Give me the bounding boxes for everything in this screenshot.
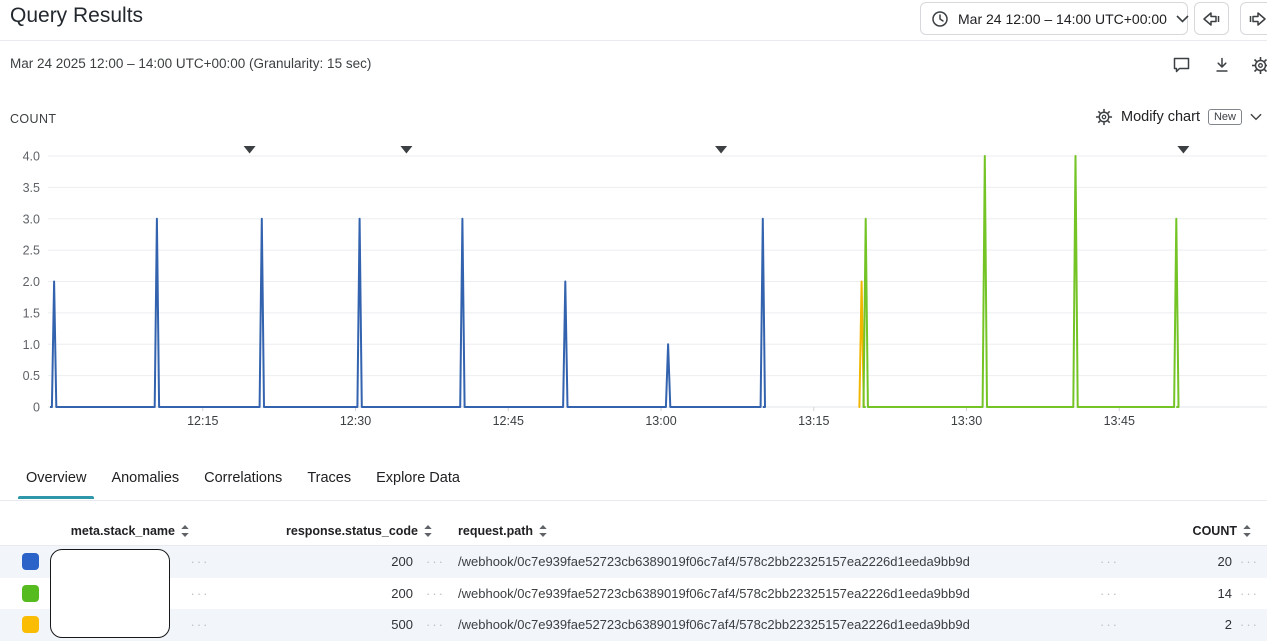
comment-button[interactable] <box>1171 55 1191 75</box>
table-row[interactable]: ··· 200 ··· /webhook/0c7e939fae52723cb63… <box>0 578 1267 610</box>
series-color-swatch <box>22 616 39 634</box>
anomaly-marker-icon[interactable] <box>715 146 728 154</box>
clock-icon <box>931 10 949 28</box>
column-header-stack-name[interactable]: meta.stack_name <box>48 524 190 538</box>
cell-actions-ellipsis[interactable]: ··· <box>413 617 458 632</box>
chevron-down-icon <box>1176 14 1189 23</box>
anomaly-marker-icon[interactable] <box>400 146 413 154</box>
table-row[interactable]: ··· 500 ··· /webhook/0c7e939fae52723cb63… <box>0 609 1267 641</box>
svg-text:2.5: 2.5 <box>23 244 40 258</box>
svg-text:12:30: 12:30 <box>340 414 371 428</box>
cell-actions-ellipsis[interactable]: ··· <box>170 617 230 632</box>
anomaly-marker-icon[interactable] <box>243 146 256 154</box>
page-title: Query Results <box>10 4 144 27</box>
cell-actions-ellipsis[interactable]: ··· <box>413 554 458 569</box>
cell-actions-ellipsis[interactable]: ··· <box>413 586 458 601</box>
series-color-swatch <box>22 584 39 602</box>
series-color-swatch <box>22 553 39 571</box>
svg-text:1.0: 1.0 <box>23 338 40 352</box>
cell-actions-ellipsis[interactable]: ··· <box>1087 554 1132 569</box>
svg-text:0.5: 0.5 <box>23 369 40 383</box>
chevron-down-icon <box>1250 113 1262 121</box>
tab-overview[interactable]: Overview <box>17 466 95 499</box>
cell-actions-ellipsis[interactable]: ··· <box>170 554 230 569</box>
tab-traces[interactable]: Traces <box>307 466 351 499</box>
tabs-divider <box>0 500 1267 501</box>
cell-actions-ellipsis[interactable]: ··· <box>1087 586 1132 601</box>
comment-icon <box>1172 56 1191 74</box>
chart-metric-label: COUNT <box>10 112 57 126</box>
status-code-cell: 200 <box>391 554 413 570</box>
cell-actions-ellipsis[interactable]: ··· <box>170 586 230 601</box>
svg-text:2.0: 2.0 <box>23 275 40 289</box>
time-range-label: Mar 24 12:00 – 14:00 UTC+00:00 <box>958 10 1167 27</box>
svg-text:13:45: 13:45 <box>1104 414 1135 428</box>
svg-text:12:45: 12:45 <box>493 414 524 428</box>
arrow-left-bar-icon <box>1201 10 1222 28</box>
svg-text:12:15: 12:15 <box>187 414 218 428</box>
table-row[interactable]: ··· 200 ··· /webhook/0c7e939fae52723cb63… <box>0 546 1267 578</box>
sort-icon[interactable] <box>1242 524 1252 538</box>
request-path-cell: /webhook/0c7e939fae52723cb6389019f06c7af… <box>458 585 970 601</box>
cell-actions-ellipsis[interactable]: ··· <box>1087 617 1132 632</box>
new-badge: New <box>1207 109 1242 125</box>
cell-actions-ellipsis[interactable]: ··· <box>1232 586 1267 601</box>
previous-time-range-button[interactable] <box>1194 2 1229 35</box>
timeseries-chart[interactable]: 0 0.5 1.0 1.5 2.0 2.5 3.0 3.5 4.0 12:15 12:30 12:45… <box>0 140 1267 435</box>
modify-chart-button[interactable]: Modify chart New <box>1095 108 1262 126</box>
cell-actions-ellipsis[interactable]: ··· <box>1232 554 1267 569</box>
results-table-body: ··· 200 ··· /webhook/0c7e939fae52723cb63… <box>0 546 1267 641</box>
column-header-status-code[interactable]: response.status_code <box>230 524 433 538</box>
settings-button[interactable] <box>1250 55 1267 75</box>
query-time-summary: Mar 24 2025 12:00 – 14:00 UTC+00:00 (Gra… <box>10 56 372 71</box>
request-path-cell: /webhook/0c7e939fae52723cb6389019f06c7af… <box>458 554 970 570</box>
arrow-right-bar-icon <box>1247 10 1267 28</box>
status-code-cell: 500 <box>391 617 413 633</box>
next-time-range-button[interactable] <box>1240 2 1267 35</box>
count-cell: 20 <box>1217 554 1232 570</box>
svg-text:0: 0 <box>33 401 40 415</box>
count-cell: 14 <box>1217 585 1232 601</box>
svg-text:1.5: 1.5 <box>23 306 40 320</box>
tab-explore-data[interactable]: Explore Data <box>376 466 460 499</box>
download-button[interactable] <box>1212 55 1232 75</box>
svg-text:13:30: 13:30 <box>951 414 982 428</box>
svg-text:13:00: 13:00 <box>645 414 676 428</box>
gear-icon <box>1095 108 1113 126</box>
anomaly-marker-icon[interactable] <box>1177 146 1190 154</box>
svg-text:13:15: 13:15 <box>798 414 829 428</box>
svg-text:3.5: 3.5 <box>23 181 40 195</box>
stack-name-redaction-overlay <box>50 549 170 638</box>
column-header-count[interactable]: COUNT <box>1132 524 1252 538</box>
results-table-header: meta.stack_name response.status_code req… <box>0 516 1267 546</box>
count-cell: 2 <box>1224 617 1232 633</box>
status-code-cell: 200 <box>391 585 413 601</box>
modify-chart-label: Modify chart <box>1121 109 1200 125</box>
cell-actions-ellipsis[interactable]: ··· <box>1232 617 1267 632</box>
request-path-cell: /webhook/0c7e939fae52723cb6389019f06c7af… <box>458 617 970 633</box>
download-icon <box>1213 56 1231 74</box>
sort-icon[interactable] <box>423 524 433 538</box>
results-tab-bar: Overview Anomalies Correlations Traces E… <box>17 466 485 499</box>
time-range-picker[interactable]: Mar 24 12:00 – 14:00 UTC+00:00 <box>920 2 1189 35</box>
svg-text:4.0: 4.0 <box>23 150 40 164</box>
sort-icon[interactable] <box>180 524 190 538</box>
query-results-page: Query Results Mar 24 12:00 – 14:00 UTC+0… <box>0 0 1267 641</box>
gear-icon <box>1251 56 1267 75</box>
tab-correlations[interactable]: Correlations <box>204 466 282 499</box>
header-divider <box>0 40 1267 41</box>
column-header-request-path[interactable]: request.path <box>458 524 1087 538</box>
svg-text:3.0: 3.0 <box>23 212 40 226</box>
tab-anomalies[interactable]: Anomalies <box>111 466 179 499</box>
sort-icon[interactable] <box>538 524 548 538</box>
